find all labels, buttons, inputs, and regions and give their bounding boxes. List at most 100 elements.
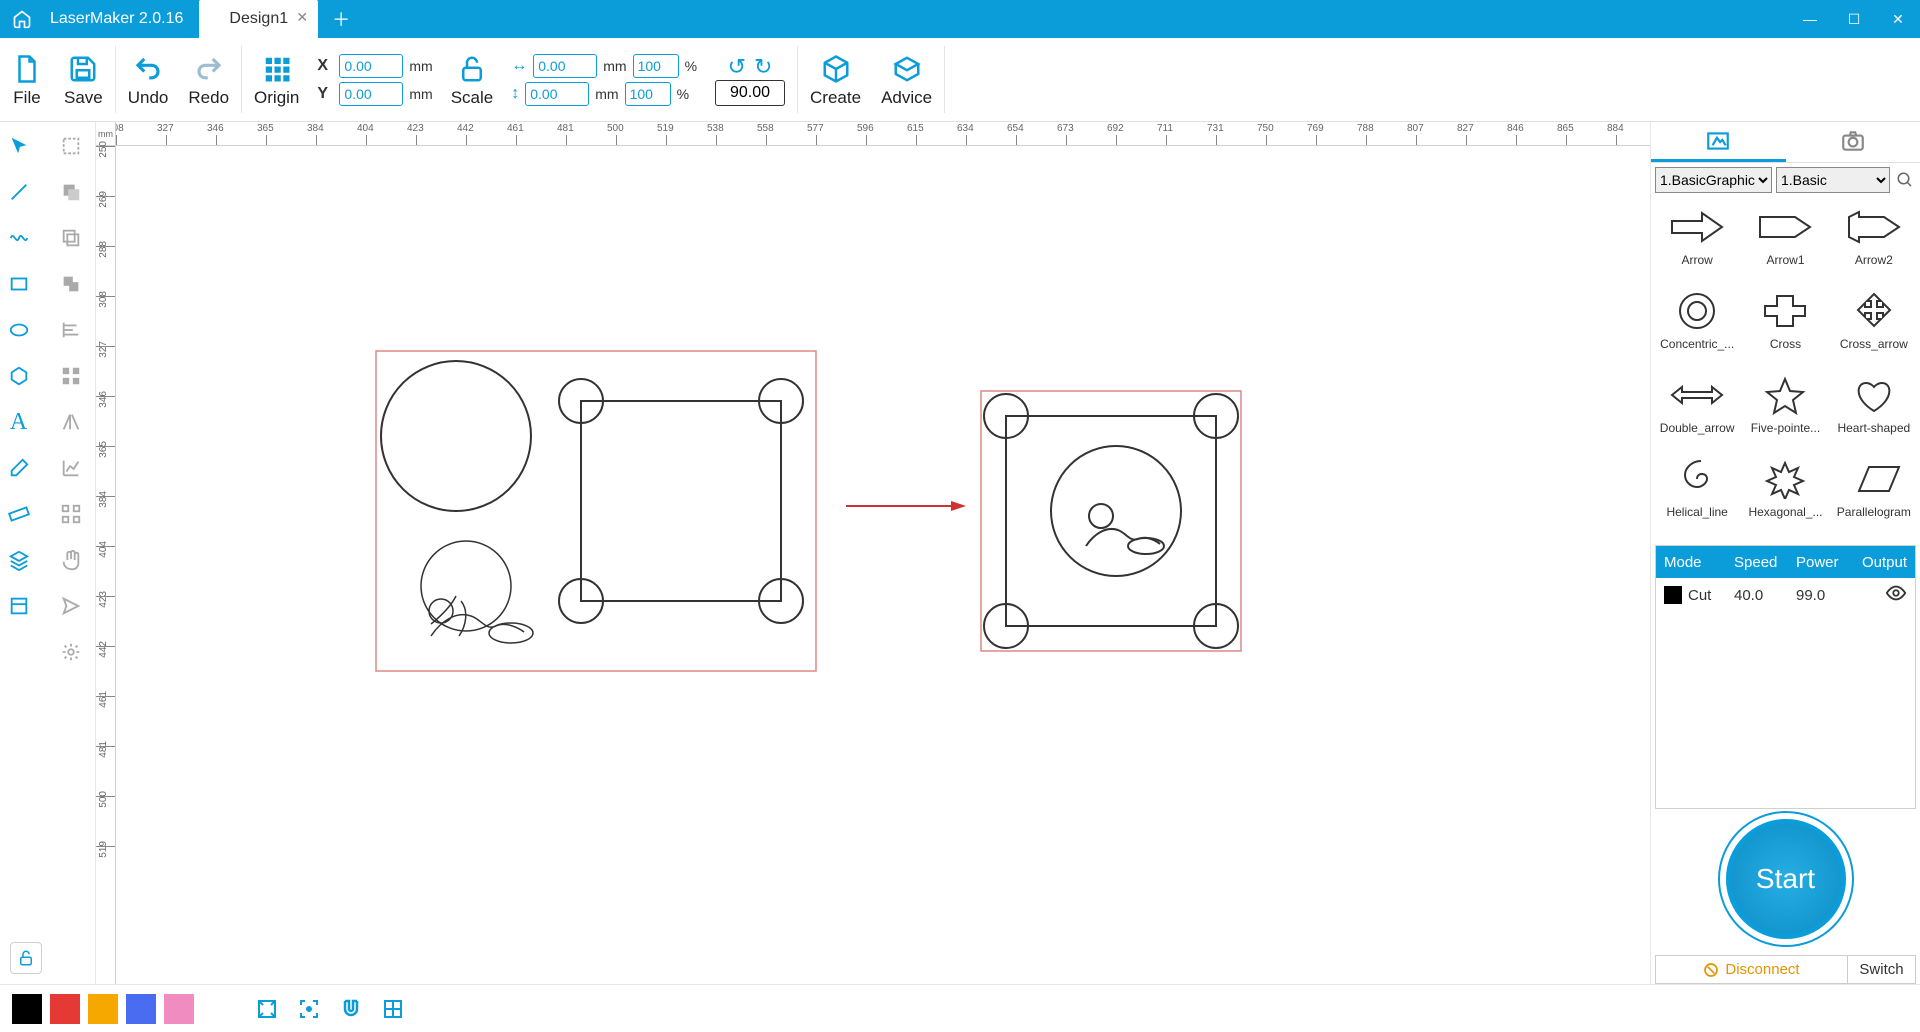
shape-arrow[interactable]: Arrow [1655,201,1739,281]
minimize-button[interactable]: — [1788,0,1832,38]
tab-design[interactable]: Design1 ✕ [199,0,318,38]
switch-button[interactable]: Switch [1847,956,1915,983]
maximize-button[interactable]: ☐ [1832,0,1876,38]
fill-tool[interactable] [55,176,87,208]
layer-swatch [1664,586,1682,604]
home-icon[interactable] [10,7,34,31]
vertical-ruler: 2502692883083273463653844044234424614815… [96,146,116,984]
connection-status[interactable]: Disconnect [1656,956,1847,983]
line-tool[interactable] [3,176,35,208]
array-tool[interactable] [55,498,87,530]
origin-label: Origin [254,88,299,108]
text-tool[interactable]: A [3,406,35,438]
layer-row[interactable]: Cut 40.0 99.0 [1656,578,1915,612]
scale-button[interactable]: Scale [441,38,504,121]
origin-button[interactable]: Origin [244,38,309,121]
visibility-icon[interactable] [1850,582,1915,608]
titlebar: LaserMaker 2.0.16 Design1 ✕ ＋ — ☐ ✕ [0,0,1920,38]
shape-five-pointe-[interactable]: Five-pointe... [1743,369,1827,449]
color-swatch[interactable] [164,994,194,1024]
height-input[interactable] [525,82,589,106]
curve-tool[interactable] [3,222,35,254]
angle-input[interactable] [715,80,785,106]
chart-tool[interactable] [55,452,87,484]
color-swatch[interactable] [12,994,42,1024]
select-tool[interactable] [3,130,35,162]
marquee-tool[interactable] [55,130,87,162]
ellipse-tool[interactable] [3,314,35,346]
canvas[interactable] [116,146,1650,984]
color-swatch[interactable] [126,994,156,1024]
category-select[interactable]: 1.BasicGraphic [1655,167,1772,193]
shape-arrow1[interactable]: Arrow1 [1743,201,1827,281]
lock-toggle[interactable] [10,942,42,974]
subcategory-select[interactable]: 1.Basic [1776,167,1890,193]
save-icon [66,52,100,86]
width-pct-input[interactable] [633,54,679,78]
shape-double-arrow[interactable]: Double_arrow [1655,369,1739,449]
color-swatch[interactable] [88,994,118,1024]
copy-tool[interactable] [55,222,87,254]
shape-cross-arrow[interactable]: Cross_arrow [1832,285,1916,365]
grid-icon[interactable] [376,992,410,1026]
union-tool[interactable] [55,268,87,300]
file-icon [10,52,44,86]
x-input[interactable] [339,54,403,78]
undo-button[interactable]: Undo [118,38,179,121]
close-icon[interactable]: ✕ [296,9,308,26]
magnet-icon[interactable] [334,992,368,1026]
y-input[interactable] [339,82,403,106]
shape-hexagonal-[interactable]: Hexagonal_... [1743,453,1827,533]
close-window-button[interactable]: ✕ [1876,0,1920,38]
color-swatch[interactable] [50,994,80,1024]
search-icon[interactable] [1894,169,1916,191]
frame-tool[interactable] [3,590,35,622]
send-tool[interactable] [55,590,87,622]
width-input[interactable] [533,54,597,78]
shape-heart-shaped[interactable]: Heart-shaped [1832,369,1916,449]
shape-cross[interactable]: Cross [1743,285,1827,365]
shape-library: ArrowArrow1Arrow2 Concentric_...CrossCros… [1651,197,1920,537]
layers-tool[interactable] [3,544,35,576]
file-label: File [13,88,40,108]
xy-coords: X mm Y mm [309,38,440,121]
mirror-tool[interactable] [55,406,87,438]
canvas-area[interactable]: mm 3083273463653844044234424614815005195… [96,122,1650,984]
file-button[interactable]: File [0,38,54,121]
eraser-tool[interactable] [3,452,35,484]
shape-parallelogram[interactable]: Parallelogram [1832,453,1916,533]
canvas-drawing [356,346,1256,696]
hand-tool[interactable] [55,544,87,576]
laser-tool[interactable] [55,636,87,668]
frame-icon[interactable] [250,992,284,1026]
redo-button[interactable]: Redo [178,38,239,121]
align-tool[interactable] [55,314,87,346]
start-button[interactable]: Start [1726,819,1846,939]
focus-icon[interactable] [292,992,326,1026]
shape-arrow2[interactable]: Arrow2 [1832,201,1916,281]
undo-label: Undo [128,88,169,108]
horizontal-ruler: 3083273463653844044234424614815005195385… [116,122,1650,146]
tab-camera[interactable] [1786,122,1920,162]
lock-icon [455,52,489,86]
left-toolbar: A [0,122,96,984]
new-tab-button[interactable]: ＋ [332,6,350,32]
polygon-tool[interactable] [3,360,35,392]
grid-tool[interactable] [55,360,87,392]
rotate-group: ↺ ↻ [705,38,795,121]
rotate-cw-icon[interactable]: ↻ [754,54,772,80]
shape-helical-line[interactable]: Helical_line [1655,453,1739,533]
col-mode: Mode [1656,554,1726,571]
rotate-ccw-icon[interactable]: ↺ [728,54,746,80]
create-button[interactable]: Create [800,38,871,121]
ruler-tool[interactable] [3,498,35,530]
cube-icon [819,52,853,86]
rect-tool[interactable] [3,268,35,300]
height-pct-input[interactable] [625,82,671,106]
save-button[interactable]: Save [54,38,113,121]
y-label: Y [317,85,333,103]
advice-button[interactable]: Advice [871,38,942,121]
shape-concentric-[interactable]: Concentric_... [1655,285,1739,365]
tab-shapes[interactable] [1651,122,1786,162]
bottom-bar [0,984,1920,1032]
